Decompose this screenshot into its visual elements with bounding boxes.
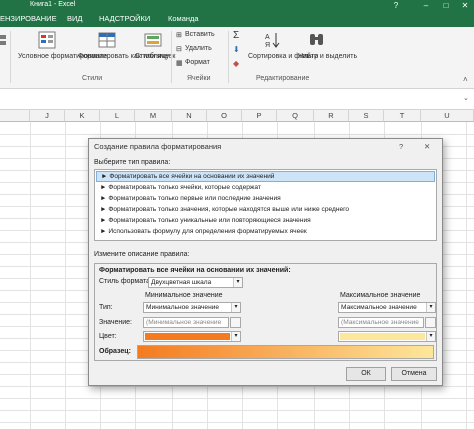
find-select-icon[interactable] [308,31,326,49]
dialog-close-button[interactable]: ✕ [424,142,430,151]
value-label: Значение: [99,319,132,326]
chevron-down-icon: ▾ [231,303,240,312]
column-header-p[interactable]: P [242,110,277,122]
cell-styles-button[interactable]: Стили ячеек [135,53,175,61]
group-label-styles: Стили [82,75,103,82]
conditional-formatting-button[interactable]: Условное форматирование [18,53,107,61]
dialog-help-button[interactable]: ? [399,142,403,151]
rule-type-list: ► Форматировать все ячейки на основании … [94,169,437,241]
chevron-down-icon: ▾ [233,278,242,287]
delete-cells-icon[interactable]: ⊟ [176,45,182,53]
tab-view[interactable]: ВИД [67,14,82,23]
column-header-k[interactable]: K [65,110,100,122]
minimize-button[interactable]: – [420,0,432,11]
autosum-icon[interactable]: Σ [233,30,239,41]
maximize-button[interactable]: □ [440,0,452,11]
edit-description-label: Измените описание правила: [94,251,190,258]
rule-type-item[interactable]: ► Форматировать только первые или послед… [96,193,435,204]
column-header-prev[interactable] [0,110,30,122]
insert-cells-button[interactable]: Вставить [185,31,215,38]
ribbon-tabs: ЕНЗИРОВАНИЕ ВИД НАДСТРОЙКИ Команда [0,11,474,27]
fill-icon[interactable]: ⬇ [233,45,240,54]
rule-type-item[interactable]: ► Форматировать только уникальные или по… [96,215,435,226]
description-heading: Форматировать все ячейки на основании их… [99,267,291,274]
column-header-s[interactable]: S [349,110,384,122]
collapse-ribbon-icon[interactable]: ˄ [463,75,468,84]
max-type-dropdown[interactable]: Максимальное значение ▾ [338,302,436,313]
format-as-table-button[interactable]: Форматировать как таблицу [78,53,169,61]
rule-type-item[interactable]: ► Использовать формулу для определения ф… [96,226,435,237]
expand-formula-icon[interactable]: ⌄ [463,94,469,102]
cancel-button[interactable]: Отмена [391,367,437,381]
max-value-input[interactable]: (Максимальное значение [338,317,424,328]
delete-cells-button[interactable]: Удалить [185,45,212,52]
chevron-down-icon: ▾ [426,303,435,312]
sort-filter-icon[interactable]: A Я [264,31,282,49]
group-label-cells: Ячейки [187,75,211,82]
rule-type-item[interactable]: ► Форматировать все ячейки на основании … [96,171,435,182]
column-header-j[interactable]: J [30,110,65,122]
svg-text:Я: Я [265,42,270,49]
clear-icon[interactable]: ◆ [233,59,239,68]
insert-cells-icon[interactable]: ⊞ [176,31,182,39]
cell-styles-icon[interactable] [144,31,162,49]
title-bar: Книга1 - Excel ? – □ ✕ [0,0,474,11]
min-heading: Минимальное значение [145,292,223,299]
format-style-dropdown[interactable]: Двухцветная шкала ▾ [148,277,243,288]
max-color-swatch [340,333,425,340]
max-heading: Максимальное значение [340,292,421,299]
column-header-q[interactable]: Q [277,110,314,122]
select-rule-type-label: Выберите тип правила: [94,159,171,166]
min-color-swatch [145,333,230,340]
column-header-m[interactable]: M [135,110,172,122]
window-title: Книга1 - Excel [30,1,76,8]
format-style-label: Стиль формата: [99,278,152,285]
rule-type-item[interactable]: ► Форматировать только значения, которые… [96,204,435,215]
svg-text:A: A [265,34,270,41]
range-select-icon[interactable] [425,317,436,328]
column-header-r[interactable]: R [314,110,349,122]
format-cells-icon[interactable]: ▦ [176,59,183,67]
column-header-u[interactable]: U [421,110,474,122]
help-icon[interactable]: ? [390,0,402,11]
max-color-picker[interactable]: ▾ [338,331,436,342]
formula-bar[interactable]: ⌄ [0,90,474,110]
rule-description-panel: Форматировать все ячейки на основании их… [94,263,437,361]
tab-review[interactable]: ЕНЗИРОВАНИЕ [0,14,57,23]
column-header-o[interactable]: O [207,110,242,122]
dialog-title: Создание правила форматирования [94,142,222,151]
chevron-down-icon: ▾ [426,332,435,341]
conditional-formatting-icon[interactable] [38,31,56,49]
column-header-l[interactable]: L [100,110,135,122]
excel-window: Книга1 - Excel ? – □ ✕ ЕНЗИРОВАНИЕ ВИД Н… [0,0,474,429]
chevron-down-icon: ▾ [231,332,240,341]
preview-label: Образец: [99,348,131,355]
preview-gradient [137,345,434,359]
color-label: Цвет: [99,333,117,340]
ribbon: Условное форматирование Форматировать ка… [0,27,474,89]
min-color-picker[interactable]: ▾ [143,331,241,342]
tab-addins[interactable]: НАДСТРОЙКИ [99,14,150,23]
find-select-button[interactable]: Найти и выделить [298,53,357,61]
new-formatting-rule-dialog: Создание правила форматирования ? ✕ Выбе… [88,138,443,386]
sort-filter-button[interactable]: Сортировка и фильтр [248,53,318,61]
min-type-dropdown[interactable]: Минимальное значение ▾ [143,302,241,313]
min-value-input[interactable]: (Минимальное значение [143,317,229,328]
tab-team[interactable]: Команда [168,14,199,23]
close-window-button[interactable]: ✕ [459,0,471,11]
group-label-editing: Редактирование [256,75,310,82]
rule-type-item[interactable]: ► Форматировать только ячейки, которые с… [96,182,435,193]
ok-button[interactable]: ОК [346,367,386,381]
format-as-table-icon[interactable] [98,31,116,49]
format-cells-button[interactable]: Формат [185,59,210,66]
range-select-icon[interactable] [230,317,241,328]
type-label: Тип: [99,304,113,311]
column-header-t[interactable]: T [384,110,421,122]
number-format-icon[interactable] [0,33,16,49]
column-header-n[interactable]: N [172,110,207,122]
